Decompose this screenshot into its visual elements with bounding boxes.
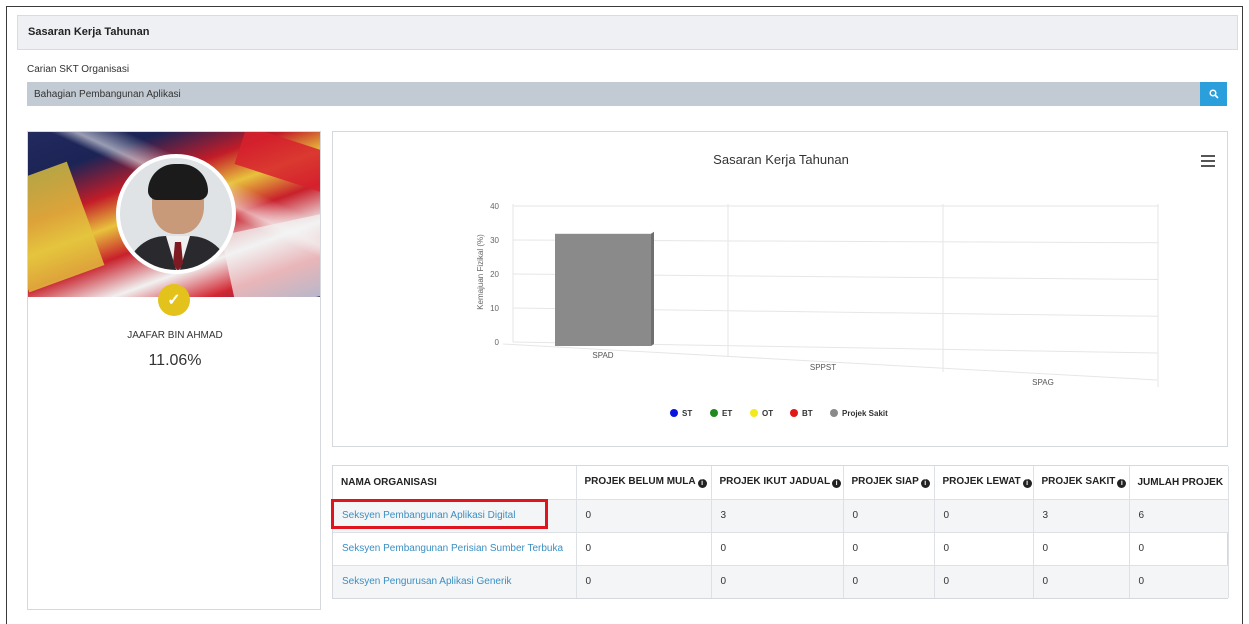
- bar-side: [651, 231, 654, 346]
- table-cell: 0: [934, 564, 1034, 598]
- table-cell: 0: [843, 498, 935, 532]
- x-tick-label: SPAG: [1032, 378, 1054, 387]
- table-row: Seksyen Pembangunan Perisian Sumber Terb…: [333, 531, 1229, 565]
- search-label: Carian SKT Organisasi: [27, 64, 130, 75]
- legend-label: BT: [802, 409, 813, 418]
- table-cell: 0: [576, 564, 712, 598]
- table-cell: 0: [711, 564, 844, 598]
- table-cell: 0: [576, 531, 712, 565]
- table-cell: 0: [1129, 531, 1229, 565]
- x-tick-label: SPPST: [810, 363, 836, 372]
- col-projek-lewat: PROJEK LEWAT i: [934, 466, 1034, 499]
- chart-plot: 0 10 20 30 40 Kemajuan Fizikal (%) SPAD SPPST SP…: [476, 202, 1159, 418]
- table-cell: 0: [934, 498, 1034, 532]
- legend-marker: [670, 409, 678, 417]
- legend-label: Projek Sakit: [842, 409, 888, 418]
- col-projek-ikut-jadual: PROJEK IKUT JADUAL i: [711, 466, 844, 499]
- y-tick-label: 10: [490, 304, 499, 313]
- table-cell: 0: [711, 531, 844, 565]
- table-cell: 6: [1129, 498, 1229, 532]
- panel-header: Sasaran Kerja Tahunan: [17, 15, 1238, 50]
- bar-spad: [555, 233, 651, 346]
- col-projek-siap: PROJEK SIAP i: [843, 466, 935, 499]
- table-cell: 0: [576, 498, 712, 532]
- search-button[interactable]: [1200, 82, 1227, 106]
- info-icon: i: [832, 479, 842, 489]
- table-header-row: NAMA ORGANISASI PROJEK BELUM MULA i PROJE…: [333, 466, 1229, 499]
- floor-line: [502, 343, 1158, 381]
- info-icon: i: [920, 479, 930, 489]
- y-tick-label: 0: [495, 338, 500, 347]
- table-cell: 0: [1129, 564, 1229, 598]
- highlight-box: [331, 499, 548, 529]
- legend-label: ST: [682, 409, 692, 418]
- organisation-link[interactable]: Seksyen Pembangunan Perisian Sumber Terb…: [342, 543, 563, 554]
- table-cell: 0: [843, 531, 935, 565]
- y-tick-label: 20: [490, 270, 499, 279]
- organisation-link[interactable]: Seksyen Pengurusan Aplikasi Generik: [342, 576, 512, 587]
- person-percentage: 11.06%: [148, 352, 202, 369]
- y-axis-label: Kemajuan Fizikal (%): [476, 234, 485, 310]
- table-cell: 0: [1033, 531, 1130, 565]
- panel-title: Sasaran Kerja Tahunan: [28, 26, 150, 38]
- organisation-table: NAMA ORGANISASI PROJEK BELUM MULA i PROJE…: [332, 465, 1229, 599]
- y-tick-label: 40: [490, 202, 499, 211]
- check-icon: ✓: [158, 284, 190, 316]
- table-cell: 3: [711, 498, 844, 532]
- x-tick-label: SPAD: [592, 351, 613, 360]
- table-cell: 0: [843, 564, 935, 598]
- profile-card: ✓ JAAFAR BIN AHMAD 11.06%: [27, 131, 321, 610]
- table-cell: 0: [934, 531, 1034, 565]
- legend-marker: [710, 409, 718, 417]
- table-cell: 3: [1033, 498, 1130, 532]
- avatar: [116, 154, 236, 274]
- y-tick-label: 30: [490, 236, 499, 245]
- info-icon: i: [1022, 479, 1032, 489]
- info-icon: i: [697, 479, 707, 489]
- legend-label: OT: [762, 409, 773, 418]
- search-icon: [1208, 89, 1219, 99]
- col-projek-belum-mula: PROJEK BELUM MULA i: [576, 466, 712, 499]
- table-cell: 0: [1033, 564, 1130, 598]
- col-jumlah-projek: JUMLAH PROJEK: [1129, 466, 1229, 499]
- table-row: Seksyen Pengurusan Aplikasi Generik 0 0 …: [333, 564, 1229, 598]
- col-projek-sakit: PROJEK SAKIT i: [1033, 466, 1130, 499]
- person-name: JAAFAR BIN AHMAD: [127, 330, 223, 341]
- legend-label: ET: [722, 409, 732, 418]
- col-nama-organisasi: NAMA ORGANISASI: [333, 466, 577, 499]
- info-icon: i: [1117, 479, 1127, 489]
- legend-marker: [830, 409, 838, 417]
- legend-marker: [750, 409, 758, 417]
- organisation-search-input[interactable]: [27, 82, 1200, 106]
- legend-marker: [790, 409, 798, 417]
- chart-card: Sasaran Kerja Tahunan 0 10 20 30 40 Kemajuan …: [332, 131, 1228, 447]
